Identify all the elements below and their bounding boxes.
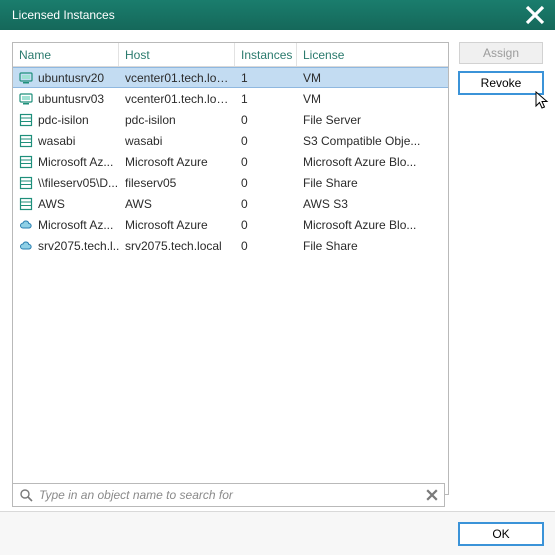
cell-host: AWS [119, 197, 235, 211]
bottom-bar: OK [0, 511, 555, 555]
table-row[interactable]: \\fileserv05\D...fileserv050File Share [13, 172, 448, 193]
cell-host: wasabi [119, 134, 235, 148]
table-header: Name Host Instances License [13, 43, 448, 67]
titlebar: Licensed Instances [0, 0, 555, 30]
table-row[interactable]: Microsoft Az... Microsoft Azure0Microsoft… [13, 214, 448, 235]
search-icon [19, 488, 33, 502]
cell-license: VM [297, 71, 448, 85]
cell-name-text: Microsoft Az... [38, 155, 113, 169]
instances-table: Name Host Instances License ubuntusrv20 v… [12, 42, 449, 495]
cell-host: vcenter01.tech.local [119, 71, 235, 85]
row-icon [19, 197, 33, 211]
row-icon [19, 176, 33, 190]
cell-instances: 0 [235, 197, 297, 211]
cell-name: wasabi [13, 134, 119, 148]
cell-instances: 0 [235, 155, 297, 169]
search-input[interactable]: Type in an object name to search for [12, 483, 445, 507]
assign-button: Assign [459, 42, 543, 64]
cell-name: ubuntusrv20 [13, 71, 119, 85]
cell-license: Microsoft Azure Blo... [297, 218, 448, 232]
cell-name-text: srv2075.tech.l... [38, 239, 119, 253]
cell-name: ubuntusrv03 [13, 92, 119, 106]
col-name[interactable]: Name [13, 43, 119, 66]
cell-name-text: ubuntusrv03 [38, 92, 104, 106]
cell-host: pdc-isilon [119, 113, 235, 127]
cell-license: VM [297, 92, 448, 106]
cell-license: S3 Compatible Obje... [297, 134, 448, 148]
table-row[interactable]: AWSAWS0AWS S3 [13, 193, 448, 214]
row-icon [19, 134, 33, 148]
cell-license: Microsoft Azure Blo... [297, 155, 448, 169]
row-icon [19, 71, 33, 85]
cell-host: srv2075.tech.local [119, 239, 235, 253]
ok-button[interactable]: OK [459, 523, 543, 545]
close-icon[interactable] [525, 5, 545, 25]
search-placeholder: Type in an object name to search for [39, 488, 420, 502]
table-row[interactable]: pdc-isilonpdc-isilon0File Server [13, 109, 448, 130]
cell-instances: 0 [235, 113, 297, 127]
table-row[interactable]: srv2075.tech.l...srv2075.tech.local0File… [13, 235, 448, 256]
cell-name: AWS [13, 197, 119, 211]
cell-host: fileserv05 [119, 176, 235, 190]
clear-search-icon[interactable] [426, 489, 438, 501]
cell-instances: 0 [235, 218, 297, 232]
cell-license: File Share [297, 239, 448, 253]
cell-name: srv2075.tech.l... [13, 239, 119, 253]
cell-instances: 0 [235, 239, 297, 253]
revoke-button[interactable]: Revoke [459, 72, 543, 94]
row-icon [19, 218, 33, 232]
col-instances[interactable]: Instances [235, 43, 297, 66]
cell-name: pdc-isilon [13, 113, 119, 127]
row-icon [19, 155, 33, 169]
cell-license: File Share [297, 176, 448, 190]
cell-name-text: pdc-isilon [38, 113, 89, 127]
side-buttons: Assign Revoke [459, 42, 543, 495]
cell-instances: 0 [235, 176, 297, 190]
cell-host: Microsoft Azure [119, 218, 235, 232]
col-license[interactable]: License [297, 43, 448, 66]
cell-license: File Server [297, 113, 448, 127]
content-area: Name Host Instances License ubuntusrv20 v… [0, 30, 555, 507]
table-row[interactable]: ubuntusrv20 vcenter01.tech.local1VM [13, 67, 448, 88]
row-icon [19, 113, 33, 127]
cell-license: AWS S3 [297, 197, 448, 211]
cell-name-text: AWS [38, 197, 65, 211]
row-icon [19, 92, 33, 106]
table-body: ubuntusrv20vcenter01.tech.local1VMubuntu… [13, 67, 448, 494]
cell-name-text: wasabi [38, 134, 75, 148]
cell-name: Microsoft Az... [13, 218, 119, 232]
window-title: Licensed Instances [12, 8, 115, 22]
cell-host: vcenter01.tech.local [119, 92, 235, 106]
cell-name-text: ubuntusrv20 [38, 71, 104, 85]
cell-name-text: \\fileserv05\D... [38, 176, 118, 190]
table-row[interactable]: wasabiwasabi0S3 Compatible Obje... [13, 130, 448, 151]
cell-name: \\fileserv05\D... [13, 176, 119, 190]
table-row[interactable]: ubuntusrv03 vcenter01.tech.local1VM [13, 88, 448, 109]
cell-name-text: Microsoft Az... [38, 218, 113, 232]
col-host[interactable]: Host [119, 43, 235, 66]
row-icon [19, 239, 33, 253]
cell-instances: 1 [235, 71, 297, 85]
cell-instances: 1 [235, 92, 297, 106]
cell-instances: 0 [235, 134, 297, 148]
table-row[interactable]: Microsoft Az... Microsoft Azure0Microsoft… [13, 151, 448, 172]
cell-host: Microsoft Azure [119, 155, 235, 169]
cell-name: Microsoft Az... [13, 155, 119, 169]
